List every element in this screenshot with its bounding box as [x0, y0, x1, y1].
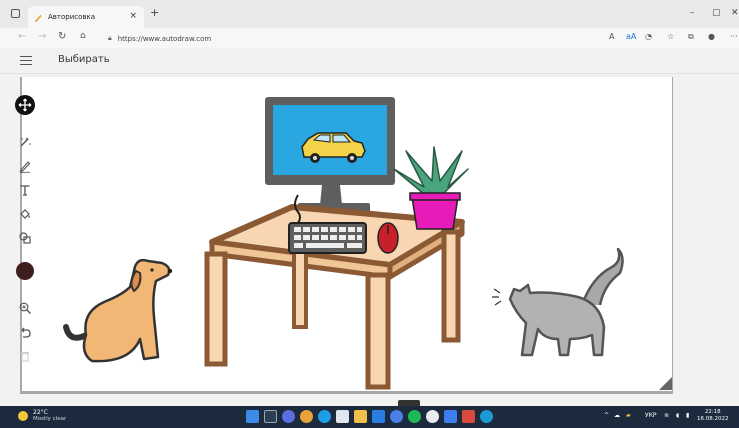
store-icon[interactable]: [390, 410, 403, 423]
collections-icon[interactable]: ⧉: [688, 32, 694, 42]
text-icon: [20, 185, 30, 196]
read-aloud-icon[interactable]: A: [609, 32, 614, 41]
profile-icon[interactable]: ●: [708, 32, 715, 41]
home-icon[interactable]: ⌂: [80, 31, 86, 41]
task-view-icon[interactable]: [264, 410, 277, 423]
tray-chevron-icon[interactable]: ^: [604, 412, 609, 419]
lock-icon: 🔒︎: [108, 34, 112, 42]
battery-icon[interactable]: ▮: [686, 412, 689, 419]
pencil-tool-button[interactable]: [15, 156, 35, 176]
mouse-drawing: [377, 222, 399, 254]
url-field[interactable]: 🔒︎ https://www.autodraw.com: [108, 32, 608, 45]
undo-icon: [21, 327, 31, 338]
edge-icon[interactable]: [318, 410, 331, 423]
temperature-text: 22°C: [33, 409, 48, 416]
autodraw-favicon-icon: [35, 14, 42, 22]
delete-button[interactable]: [15, 346, 35, 366]
color-picker-swatch[interactable]: [16, 262, 34, 280]
translate-icon[interactable]: aA: [626, 32, 636, 41]
url-text: https://www.autodraw.com: [117, 34, 212, 43]
autodraw-tool-button[interactable]: [15, 132, 35, 152]
chat-icon[interactable]: [282, 410, 295, 423]
move-icon: [18, 98, 32, 112]
drawing: [63, 97, 624, 390]
hamburger-menu-icon[interactable]: [20, 56, 32, 65]
weather-sun-icon: [18, 411, 28, 421]
mail-icon[interactable]: [372, 410, 385, 423]
tab-close-icon[interactable]: ×: [129, 11, 137, 21]
shape-tool-button[interactable]: [15, 228, 35, 248]
tab-title: Авторисовка: [48, 13, 96, 21]
weather-text: Mostly clear: [33, 416, 67, 422]
forward-icon[interactable]: →: [38, 31, 46, 42]
right-panel: [673, 74, 739, 406]
app-icon[interactable]: [426, 410, 439, 423]
pencil-icon: [19, 161, 31, 173]
dog-drawing: [63, 258, 173, 363]
screen: Авторисовка × + – ▢ ✕ ← → ↻ ⌂ 🔒︎ https:/…: [0, 0, 739, 428]
resize-handle[interactable]: [659, 377, 672, 390]
clock-time: 22:18: [704, 409, 721, 415]
clock[interactable]: 22:18 16.08.2022: [697, 409, 729, 423]
favorites-star-icon[interactable]: ☆: [667, 32, 674, 41]
edge-dev-icon[interactable]: [480, 410, 493, 423]
browser-tab-bar: Авторисовка × + – ▢ ✕: [0, 0, 739, 28]
text-tool-button[interactable]: [15, 180, 35, 200]
language-indicator[interactable]: УКР: [645, 412, 657, 419]
start-icon[interactable]: [246, 410, 259, 423]
browser-tab[interactable]: Авторисовка ×: [28, 6, 144, 28]
tracking-icon[interactable]: ◔: [645, 32, 652, 41]
fill-tool-button[interactable]: [15, 204, 35, 224]
refresh-icon[interactable]: ↻: [58, 31, 66, 42]
weather-widget[interactable]: 22°C Mostly clear: [18, 409, 66, 423]
clock-date: 16.08.2022: [697, 416, 729, 422]
cloud-icon: ☁: [614, 412, 620, 419]
photos-icon[interactable]: [444, 410, 457, 423]
move-tool-button[interactable]: [15, 95, 35, 115]
zoom-icon: [19, 302, 31, 314]
fill-icon: [20, 209, 30, 219]
undo-button[interactable]: [15, 322, 35, 342]
volume-icon[interactable]: ◖: [676, 412, 679, 419]
address-bar: ← → ↻ ⌂ 🔒︎ https://www.autodraw.com A aA…: [0, 28, 739, 48]
wifi-icon[interactable]: ≋: [664, 412, 669, 419]
toolbar-mode-label: Выбирать: [58, 54, 110, 65]
monitor-drawing: [265, 97, 395, 213]
back-icon[interactable]: ←: [18, 31, 26, 42]
file-explorer-icon[interactable]: [354, 410, 367, 423]
powerpoint-icon[interactable]: [462, 410, 475, 423]
restore-button[interactable]: ▢: [712, 8, 721, 18]
tab-actions-icon[interactable]: [11, 9, 20, 18]
app-toolbar: Выбирать: [0, 48, 739, 74]
windows-taskbar: 22°C Mostly clear ^ ☁ ▰ УКР ≋ ◖ ▮ 22:18 …: [0, 406, 739, 428]
autodraw-icon: [20, 137, 31, 147]
new-tab-button[interactable]: +: [150, 6, 159, 19]
paint-icon[interactable]: [336, 410, 349, 423]
spotify-icon[interactable]: [408, 410, 421, 423]
drawing-canvas[interactable]: [22, 77, 672, 391]
delete-icon: [21, 351, 29, 362]
minimize-button[interactable]: –: [690, 8, 695, 18]
taskbar-apps: [246, 410, 493, 423]
cat-drawing: [492, 247, 624, 357]
tray-app-icon[interactable]: ▰: [626, 412, 631, 419]
shape-icon: [19, 232, 31, 244]
zoom-tool-button[interactable]: [15, 298, 35, 318]
chrome-icon[interactable]: [300, 410, 313, 423]
close-window-button[interactable]: ✕: [731, 8, 739, 18]
more-menu-icon[interactable]: ···: [730, 32, 738, 41]
